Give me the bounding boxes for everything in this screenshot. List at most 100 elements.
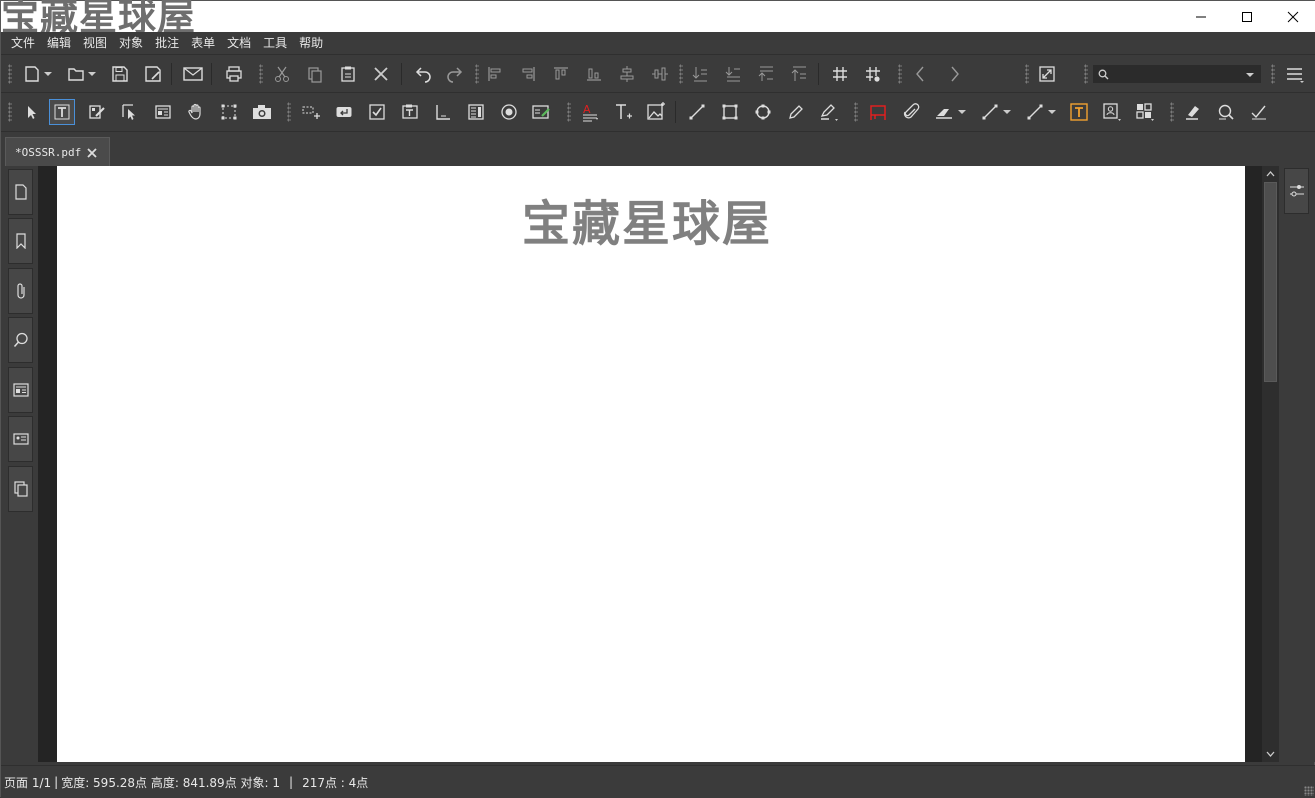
text-field-button[interactable]	[397, 99, 423, 125]
snapshot-button[interactable]	[249, 99, 275, 125]
zoom-button[interactable]	[1213, 99, 1239, 125]
toolbar-grip[interactable]	[1025, 64, 1029, 84]
textbox-button[interactable]	[1066, 99, 1092, 125]
list-box-button[interactable]	[463, 99, 489, 125]
new-document-dropdown[interactable]	[41, 61, 55, 87]
line-button[interactable]	[684, 99, 710, 125]
email-button[interactable]	[180, 61, 206, 87]
center-horizontal-button[interactable]	[647, 61, 673, 87]
save-button[interactable]	[107, 61, 133, 87]
resize-grip[interactable]	[1304, 786, 1314, 796]
pdf-page[interactable]: 宝藏星球屋	[57, 166, 1245, 762]
menu-help[interactable]: 帮助	[293, 32, 329, 54]
align-top-button[interactable]	[548, 61, 574, 87]
menu-button[interactable]	[1282, 61, 1308, 87]
toolbar-grip[interactable]	[1084, 64, 1088, 84]
menu-form[interactable]: 表单	[185, 32, 221, 54]
hand-tool-button[interactable]	[183, 99, 209, 125]
sidebar-pages-button[interactable]	[8, 169, 33, 215]
toolbar-grip[interactable]	[898, 64, 902, 84]
sidebar-bookmarks-button[interactable]	[8, 218, 33, 264]
maximize-button[interactable]	[1224, 1, 1270, 32]
open-dropdown[interactable]	[85, 61, 99, 87]
distribute-2-button[interactable]	[720, 61, 746, 87]
rectangle-button[interactable]	[717, 99, 743, 125]
menu-annotate[interactable]: 批注	[149, 32, 185, 54]
select-object-button[interactable]	[117, 99, 143, 125]
typewriter-button[interactable]	[610, 99, 636, 125]
next-button[interactable]	[941, 61, 967, 87]
sidebar-layers-button[interactable]	[8, 466, 33, 512]
sidebar-search-button[interactable]	[8, 317, 33, 363]
document-viewport[interactable]: 宝藏星球屋	[38, 166, 1262, 762]
close-button[interactable]	[1270, 1, 1315, 32]
toolbar-grip[interactable]	[1271, 64, 1275, 84]
align-left-button[interactable]	[482, 61, 508, 87]
menu-edit[interactable]: 编辑	[41, 32, 77, 54]
snap-grid-button[interactable]	[860, 61, 886, 87]
grid-button[interactable]	[827, 61, 853, 87]
tab-close-button[interactable]	[87, 147, 97, 158]
toolbar-grip[interactable]	[567, 102, 571, 122]
form-button[interactable]	[150, 99, 176, 125]
attachment-button[interactable]	[898, 99, 924, 125]
toolbar-grip[interactable]	[1170, 102, 1174, 122]
tab-osssr-pdf[interactable]: *OSSSR.pdf	[5, 137, 110, 167]
cut-button[interactable]	[269, 61, 295, 87]
pencil-button[interactable]	[783, 99, 809, 125]
toolbar-grip[interactable]	[8, 102, 12, 122]
check-button[interactable]	[1246, 99, 1272, 125]
sidebar-attachments-button[interactable]	[8, 268, 33, 314]
edit-form-button[interactable]	[84, 99, 110, 125]
checkbox-button[interactable]	[364, 99, 390, 125]
toolbar-grip[interactable]	[8, 64, 12, 84]
menu-file[interactable]: 文件	[5, 32, 41, 54]
distribute-3-button[interactable]	[753, 61, 779, 87]
arrow-line-dropdown[interactable]	[1000, 99, 1014, 125]
eraser-button[interactable]	[931, 99, 957, 125]
sidebar-form-fields-button[interactable]	[8, 367, 33, 413]
toolbar-grip[interactable]	[287, 102, 291, 122]
distance-dropdown[interactable]	[1045, 99, 1059, 125]
undo-button[interactable]	[410, 61, 436, 87]
minimize-button[interactable]	[1178, 1, 1224, 32]
text-select-button[interactable]	[49, 99, 75, 125]
align-bottom-button[interactable]	[581, 61, 607, 87]
center-vertical-button[interactable]	[614, 61, 640, 87]
previous-button[interactable]	[908, 61, 934, 87]
callout-button[interactable]	[1099, 99, 1125, 125]
delete-button[interactable]	[368, 61, 394, 87]
save-as-button[interactable]	[140, 61, 166, 87]
paste-button[interactable]	[335, 61, 361, 87]
image-button[interactable]	[643, 99, 669, 125]
highlighter-button[interactable]	[816, 99, 842, 125]
signature-field-button[interactable]	[529, 99, 555, 125]
search-field[interactable]	[1093, 65, 1261, 83]
toolbar-grip[interactable]	[854, 102, 858, 122]
clear-button[interactable]	[1180, 99, 1206, 125]
scroll-down-button[interactable]	[1262, 746, 1279, 762]
distribute-1-button[interactable]	[687, 61, 713, 87]
menu-document[interactable]: 文档	[221, 32, 257, 54]
toolbar-grip[interactable]	[475, 64, 479, 84]
align-right-button[interactable]	[515, 61, 541, 87]
sidebar-signatures-button[interactable]	[8, 416, 33, 462]
print-button[interactable]	[221, 61, 247, 87]
eraser-dropdown[interactable]	[955, 99, 969, 125]
link-button[interactable]	[298, 99, 324, 125]
list-button[interactable]	[430, 99, 456, 125]
toolbar-grip[interactable]	[679, 64, 683, 84]
scrollbar-thumb[interactable]	[1264, 182, 1277, 382]
copy-button[interactable]	[302, 61, 328, 87]
menu-tools[interactable]: 工具	[257, 32, 293, 54]
scroll-up-button[interactable]	[1262, 166, 1279, 182]
stamp-button[interactable]	[865, 99, 891, 125]
select-tool-button[interactable]	[18, 99, 44, 125]
chevron-down-icon[interactable]	[1246, 72, 1254, 78]
highlight-text-button[interactable]: A	[577, 99, 603, 125]
menu-object[interactable]: 对象	[113, 32, 149, 54]
toolbar-grip[interactable]	[259, 64, 263, 84]
properties-button[interactable]	[1284, 168, 1309, 214]
marquee-button[interactable]	[216, 99, 242, 125]
ellipse-button[interactable]	[750, 99, 776, 125]
